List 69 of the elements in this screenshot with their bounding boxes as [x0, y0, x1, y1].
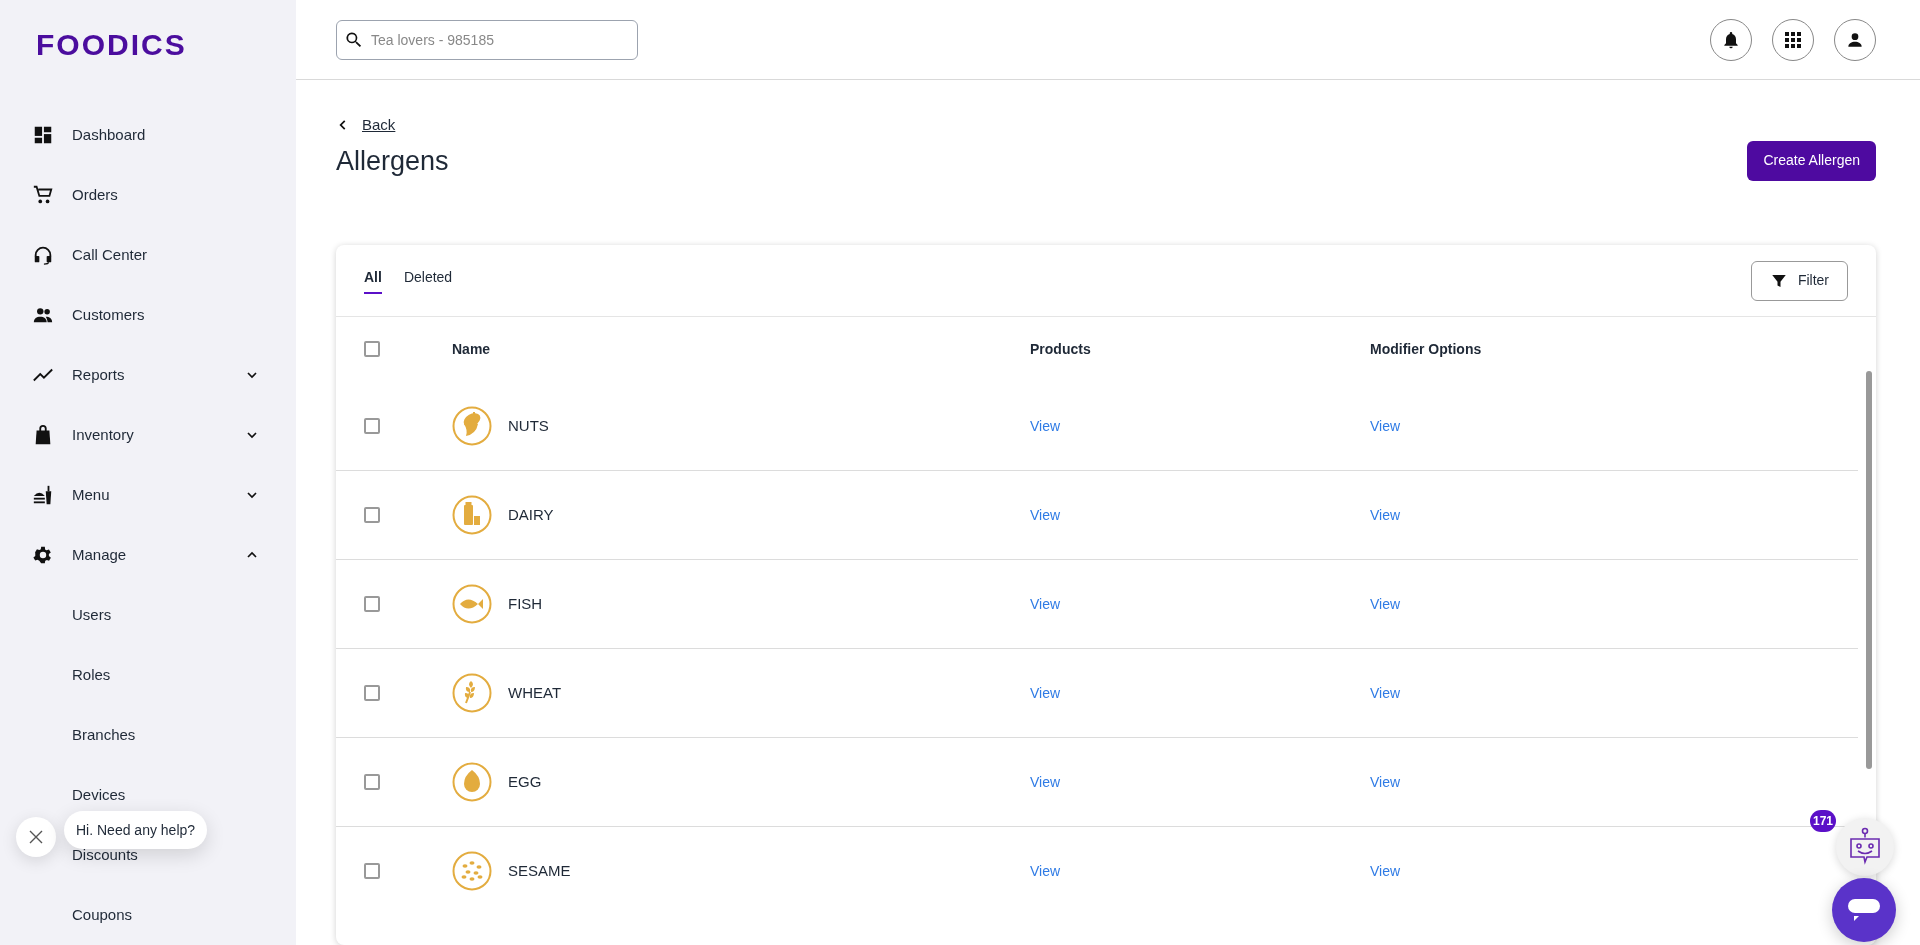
view-link[interactable]: View	[1030, 506, 1061, 523]
view-link[interactable]: View	[1370, 595, 1401, 612]
allergen-name: EGG	[508, 771, 542, 792]
checkbox[interactable]	[364, 863, 380, 879]
allergen-name: NUTS	[508, 415, 549, 436]
nav-subitem[interactable]: Coupons	[72, 906, 133, 924]
cart-icon	[32, 184, 54, 206]
nav-item[interactable]: Orders	[0, 165, 296, 225]
nav-item[interactable]: Manage	[0, 525, 296, 585]
view-link[interactable]: View	[1370, 506, 1401, 523]
fish-icon	[452, 584, 492, 624]
checkbox[interactable]	[364, 418, 380, 434]
view-link[interactable]: View	[1030, 595, 1061, 612]
create-allergen-button[interactable]: Create Allergen	[1747, 140, 1876, 181]
milk-bottle-icon	[452, 495, 492, 535]
page-title: Allergens	[336, 144, 449, 178]
allergen-name: FISH	[508, 593, 543, 614]
view-link[interactable]: View	[1030, 862, 1061, 879]
nav-item[interactable]: Menu	[0, 465, 296, 525]
column-header: Products	[1030, 340, 1091, 357]
logo[interactable]: FOODICS	[36, 22, 187, 67]
column-header: Name	[452, 340, 491, 357]
column-header: Modifier Options	[1370, 340, 1482, 357]
view-link[interactable]: View	[1370, 417, 1401, 434]
back-link[interactable]: Back	[336, 114, 396, 137]
chat-icon	[1847, 896, 1881, 924]
allergen-name: DAIRY	[508, 504, 554, 525]
wheat-icon	[452, 673, 492, 713]
chat-button[interactable]	[1832, 878, 1896, 942]
checkbox[interactable]	[364, 596, 380, 612]
search-field[interactable]: Tea lovers - 985185	[336, 19, 638, 60]
checkbox[interactable]	[364, 507, 380, 523]
chatbot-button[interactable]	[1836, 818, 1894, 876]
view-link[interactable]: View	[1030, 684, 1061, 701]
tab[interactable]: All	[364, 267, 382, 294]
nav-subitem[interactable]: Devices	[72, 786, 126, 804]
view-link[interactable]: View	[1370, 773, 1401, 790]
tab[interactable]: Deleted	[403, 267, 453, 294]
nav-item[interactable]: Inventory	[0, 405, 296, 465]
nav-item[interactable]: Call Center	[0, 225, 296, 285]
dashboard-icon	[32, 124, 54, 146]
help-tooltip[interactable]: Hi. Need any help?	[64, 811, 208, 849]
grid-icon	[1784, 30, 1802, 49]
scrollbar[interactable]	[1866, 371, 1872, 769]
close-icon	[29, 830, 43, 844]
view-link[interactable]: View	[1030, 773, 1061, 790]
seeds-icon	[452, 851, 492, 891]
filter-button[interactable]: Filter	[1750, 260, 1848, 301]
nav-subitem[interactable]: Discounts	[72, 846, 138, 864]
nav-item[interactable]: Customers	[0, 285, 296, 345]
nav-item[interactable]: Dashboard	[0, 105, 296, 165]
egg-icon	[452, 762, 492, 802]
view-link[interactable]: View	[1370, 684, 1401, 701]
view-link[interactable]: View	[1030, 417, 1061, 434]
checkbox[interactable]	[364, 341, 380, 357]
headset-icon	[32, 244, 54, 266]
view-link[interactable]: View	[1370, 862, 1401, 879]
burger-drink-icon	[32, 484, 54, 506]
robot-icon	[1847, 827, 1883, 867]
settings-icon	[32, 544, 54, 566]
nav-item[interactable]: Reports	[0, 345, 296, 405]
allergen-name: WHEAT	[508, 682, 562, 703]
allergen-name: SESAME	[508, 860, 571, 881]
checkbox[interactable]	[364, 685, 380, 701]
nav-subitem[interactable]: Users	[72, 606, 112, 624]
nav-subitem[interactable]: Branches	[72, 726, 136, 744]
nav-subitem[interactable]: Roles	[72, 666, 111, 684]
checkbox[interactable]	[364, 774, 380, 790]
bell-icon	[1721, 29, 1741, 50]
